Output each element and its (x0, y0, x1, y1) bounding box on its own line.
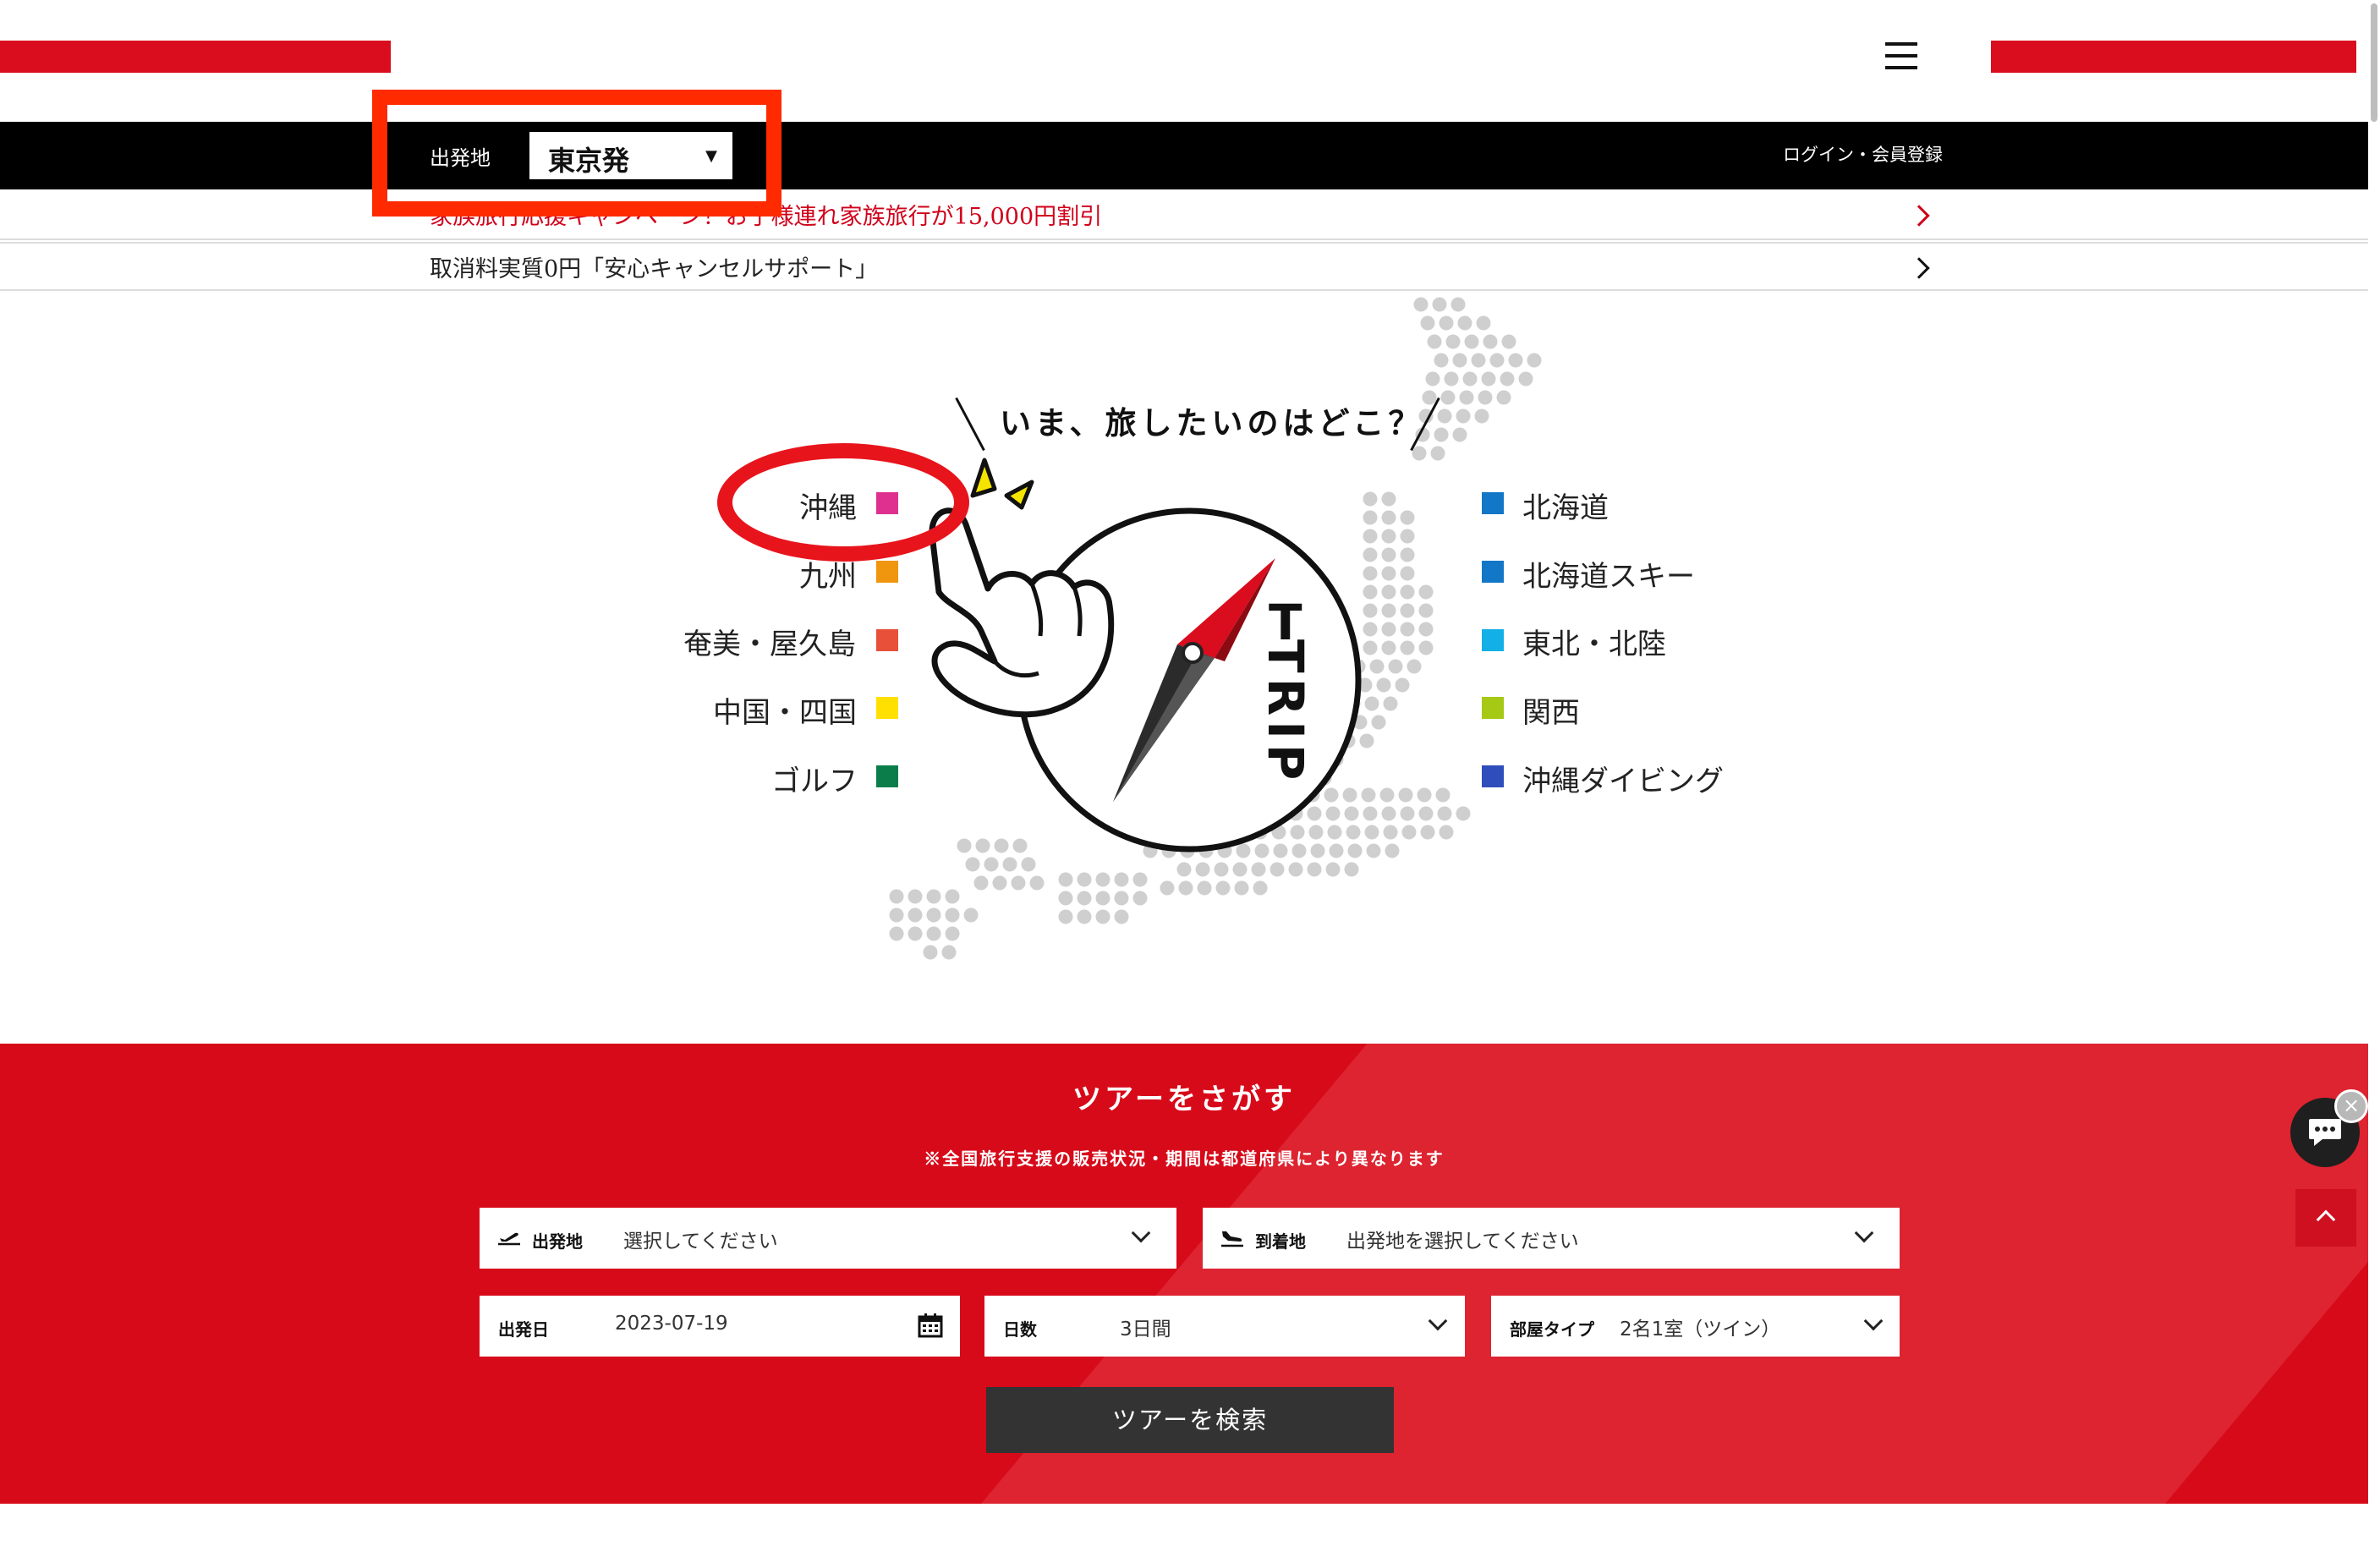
departure-bar (0, 122, 2368, 189)
scrollbar[interactable] (2368, 0, 2380, 1546)
destination-kansai[interactable]: 関西 (1522, 689, 1580, 731)
destination-label: 北海道 (1522, 491, 1609, 525)
destination-hokkaido-ski[interactable]: 北海道スキー (1522, 553, 1695, 595)
search-days-select[interactable]: 日数 3日間 (984, 1296, 1465, 1357)
chevron-down-icon (1428, 1311, 1448, 1331)
chevron-right-icon (1908, 205, 1930, 227)
header-red-bar-right (1991, 41, 2356, 73)
room-type-field-value: 2名1室（ツイン） (1620, 1318, 1781, 1340)
destination-chugoku-shikoku[interactable]: 中国・四国 (713, 689, 857, 731)
arrival-field-value: 出発地を選択してください (1346, 1231, 1579, 1253)
tour-search-button[interactable]: ツアーを検索 (986, 1387, 1394, 1453)
notice-cancel-support-text: 取消料実質0円「安心キャンセルサポート」 (430, 256, 879, 282)
hokkaido-ski-color-square (1482, 561, 1504, 583)
okinawa-color-square (876, 492, 898, 514)
date-field-label: 出発日 (498, 1319, 549, 1340)
amami-color-square (876, 629, 898, 651)
destination-tohoku-hokuriku[interactable]: 東北・北陸 (1522, 621, 1666, 662)
destination-hokkaido[interactable]: 北海道 (1522, 485, 1609, 526)
scrollbar-thumb[interactable] (2371, 3, 2377, 122)
search-room-type-select[interactable]: 部屋タイプ 2名1室（ツイン） (1491, 1296, 1900, 1357)
scroll-to-top-button[interactable] (2295, 1189, 2356, 1247)
chat-bubble-icon (2309, 1119, 2341, 1146)
notice-row-cancel-support[interactable]: 取消料実質0円「安心キャンセルサポート」 (0, 242, 2368, 291)
chevron-down-icon (1863, 1311, 1884, 1331)
departure-highlight-box (372, 90, 781, 217)
tohoku-hokuriku-color-square (1482, 629, 1504, 651)
kyushu-color-square (876, 561, 898, 583)
chevron-down-icon (1131, 1223, 1151, 1243)
login-register-link[interactable]: ログイン・会員登録 (1783, 141, 1943, 167)
header-red-bar-left (0, 41, 391, 73)
days-field-label: 日数 (1003, 1319, 1037, 1340)
search-panel-note: ※全国旅行支援の販売状況・期間は都道府県により異なります (924, 1149, 1445, 1169)
days-field-value: 3日間 (1120, 1318, 1171, 1340)
destination-label: 東北・北陸 (1522, 628, 1666, 661)
destination-okinawa-diving[interactable]: 沖縄ダイビング (1522, 758, 1724, 799)
search-date-input[interactable]: 出発日 2023-07-19 (480, 1296, 960, 1357)
destination-kyushu[interactable]: 九州 (799, 553, 857, 595)
date-field-value: 2023-07-19 (615, 1313, 728, 1335)
kansai-color-square (1482, 697, 1504, 719)
destination-label: 関西 (1522, 696, 1580, 730)
plane-takeoff-icon (498, 1232, 520, 1246)
logo-trip-text: TRIP (1257, 639, 1314, 785)
destination-label: 北海道スキー (1522, 560, 1695, 594)
destination-okinawa[interactable]: 沖縄 (799, 485, 857, 526)
plane-landing-icon (1221, 1231, 1243, 1247)
destination-label: 九州 (799, 560, 857, 594)
golf-color-square (876, 765, 898, 787)
room-type-field-label: 部屋タイプ (1510, 1319, 1594, 1340)
notice-row-campaign[interactable]: 家族旅行応援キャンペーン！お子様連れ家族旅行が15,000円割引 (0, 191, 2368, 240)
departure-field-label: 出発地 (532, 1231, 583, 1252)
okinawa-diving-color-square (1482, 765, 1504, 787)
arrival-field-label: 到着地 (1255, 1231, 1306, 1252)
destination-label: 沖縄 (799, 491, 857, 525)
destination-label: 沖縄ダイビング (1522, 765, 1724, 798)
destination-golf[interactable]: ゴルフ (771, 758, 858, 799)
hokkaido-color-square (1482, 492, 1504, 514)
search-departure-select[interactable]: 出発地 選択してください (480, 1208, 1176, 1269)
hero-headline: いま、旅したいのはどこ？ (1000, 404, 1424, 441)
chevron-right-icon (1908, 257, 1930, 279)
destination-amami-yakushima[interactable]: 奄美・屋久島 (683, 621, 856, 662)
hamburger-menu-icon[interactable] (1885, 42, 1917, 69)
chevron-down-icon (1854, 1223, 1874, 1243)
destination-label: ゴルフ (771, 765, 858, 798)
calendar-icon[interactable] (918, 1313, 943, 1338)
chevron-up-icon (2316, 1209, 2336, 1230)
search-arrival-select[interactable]: 到着地 出発地を選択してください (1203, 1208, 1900, 1269)
search-panel-title: ツアーをさがす (1072, 1083, 1296, 1116)
destination-label: 中国・四国 (713, 696, 857, 730)
chugoku-shikoku-color-square (876, 697, 898, 719)
departure-field-value: 選択してください (623, 1231, 778, 1253)
chat-close-icon[interactable]: × (2334, 1089, 2368, 1123)
jtrip-compass-logo: J T TRIP (929, 458, 1362, 852)
destination-label: 奄美・屋久島 (683, 628, 856, 661)
